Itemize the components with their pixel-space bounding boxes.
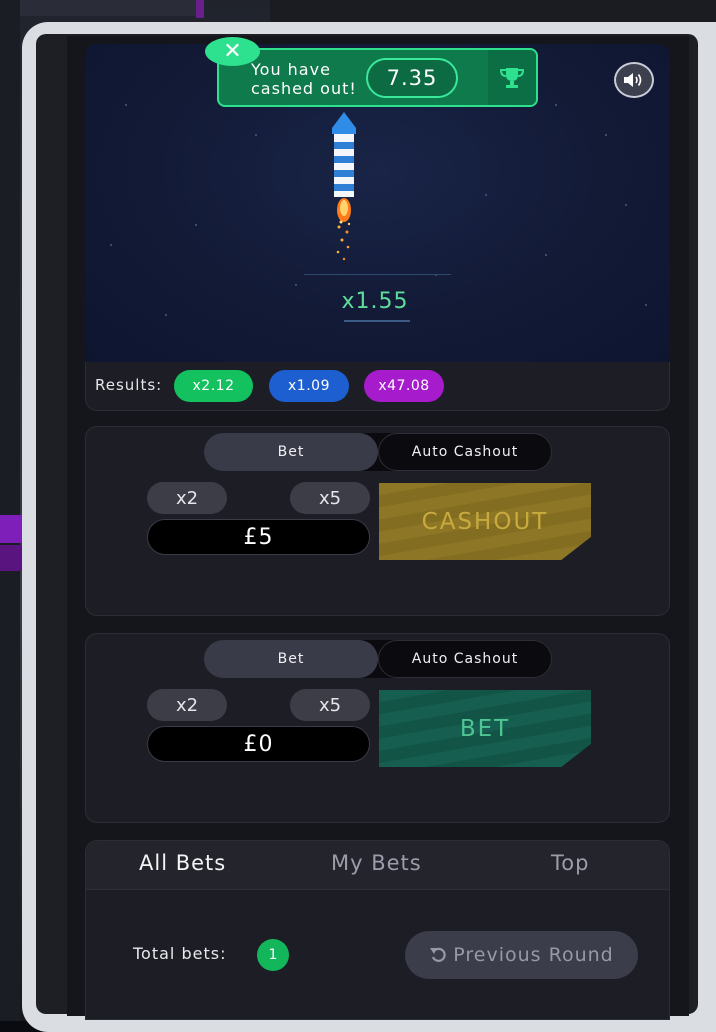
previous-round-label: Previous Round <box>453 944 614 966</box>
results-bar: Results: x2.12 x1.09 x47.08 <box>85 362 670 411</box>
background-button <box>0 545 22 571</box>
cashout-notification: You have cashed out! 7.35 <box>217 48 538 107</box>
tab-auto-cashout[interactable]: Auto Cashout <box>378 640 552 678</box>
background-topbar <box>0 0 200 16</box>
result-pill: x2.12 <box>174 370 253 402</box>
rocket-icon <box>332 112 356 261</box>
tab-my-bets[interactable]: My Bets <box>331 851 422 875</box>
tab-auto-cashout[interactable]: Auto Cashout <box>378 433 552 471</box>
tab-bet[interactable]: Bet <box>204 433 378 471</box>
previous-round-button[interactable]: Previous Round <box>405 931 638 979</box>
result-pill: x1.09 <box>269 370 349 402</box>
bet-panel: Bet Auto Cashout x2 x5 £5 CASHOUT <box>85 426 670 616</box>
quick-x5-button[interactable]: x5 <box>290 689 370 721</box>
tab-bet[interactable]: Bet <box>204 640 378 678</box>
current-multiplier: x1.55 <box>341 288 409 314</box>
result-pill: x47.08 <box>364 370 444 402</box>
close-notification-button[interactable]: ✕ <box>205 37 260 66</box>
bets-tabs: All Bets My Bets Top <box>86 841 669 890</box>
multiplier-line <box>304 274 451 275</box>
close-icon: ✕ <box>223 39 242 64</box>
bet-button[interactable]: BET <box>379 690 591 767</box>
background-accent <box>196 0 204 18</box>
trophy-icon <box>499 67 525 88</box>
bet-mode-tabs: Bet Auto Cashout <box>204 640 552 678</box>
bet-amount-input[interactable]: £5 <box>147 519 370 555</box>
background-button <box>0 515 22 543</box>
quick-x2-button[interactable]: x2 <box>147 689 227 721</box>
background-sidebar <box>0 0 20 1021</box>
bet-mode-tabs: Bet Auto Cashout <box>204 433 552 471</box>
tab-top[interactable]: Top <box>551 851 589 875</box>
background-header <box>270 0 716 22</box>
cashout-amount: 7.35 <box>366 58 458 98</box>
quick-x5-button[interactable]: x5 <box>290 482 370 514</box>
bet-amount-input[interactable]: £0 <box>147 726 370 762</box>
undo-icon <box>430 947 446 962</box>
cashout-message: You have cashed out! <box>251 60 357 98</box>
bet-panel: Bet Auto Cashout x2 x5 £0 BET <box>85 633 670 823</box>
trophy-box <box>488 50 536 105</box>
cashout-button[interactable]: CASHOUT <box>379 483 591 560</box>
multiplier-line <box>344 320 410 322</box>
speaker-icon <box>624 73 642 87</box>
quick-x2-button[interactable]: x2 <box>147 482 227 514</box>
sound-toggle-button[interactable] <box>614 62 654 98</box>
total-bets-count: 1 <box>257 939 289 971</box>
results-label: Results: <box>95 376 163 394</box>
bets-section: All Bets My Bets Top Total bets: 1 Previ… <box>85 840 670 1020</box>
total-bets-label: Total bets: <box>133 944 227 963</box>
tab-all-bets[interactable]: All Bets <box>139 851 226 875</box>
